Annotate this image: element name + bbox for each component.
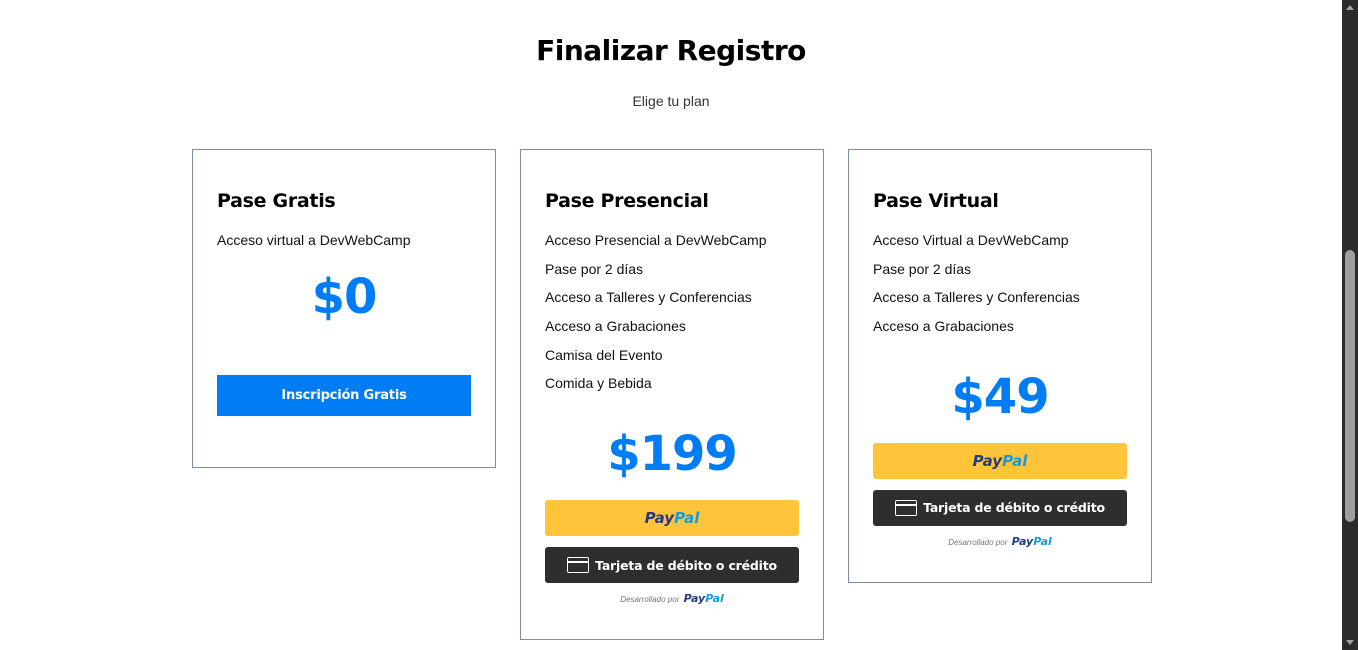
plan-feature: Pase por 2 días [545,260,644,277]
plan-feature: Comida y Bebida [545,375,652,392]
powered-by-label: Desarrollado por [620,595,680,605]
card-payment-button[interactable]: Tarjeta de débito o crédito [545,547,799,584]
credit-card-icon [567,557,590,574]
plan-feature: Camisa del Evento [545,346,663,363]
paypal-logo-small: PayPal [683,592,724,606]
plan-card-virtual: Pase Virtual Acceso Virtual a DevWebCamp… [848,149,1152,583]
scrollbar-thumb[interactable] [1345,250,1355,522]
plan-feature: Acceso a Talleres y Conferencias [545,289,752,306]
paypal-button[interactable]: PayPal [873,442,1127,479]
paypal-logo-pay: Pay [644,509,675,528]
plan-feature: Pase por 2 días [873,260,972,277]
plan-title: Pase Presencial [545,190,709,212]
card-payment-button[interactable]: Tarjeta de débito o crédito [873,489,1127,526]
card-payment-label: Tarjeta de débito o crédito [595,557,777,573]
plan-card-gratis: Pase Gratis Acceso virtual a DevWebCamp … [192,149,496,468]
paypal-logo-pal: Pal [674,509,700,528]
scroll-down-arrow-icon[interactable] [1346,640,1354,645]
plan-price: $0 [311,268,378,325]
scroll-up-arrow-icon[interactable] [1346,5,1354,10]
plan-feature: Acceso Presencial a DevWebCamp [545,232,767,248]
plan-feature: Acceso virtual a DevWebCamp [217,232,411,248]
powered-by-paypal: Desarrollado por PayPal [545,592,799,605]
plan-price: $49 [951,368,1049,425]
plan-feature: Acceso a Grabaciones [873,318,1014,335]
page-title: Finalizar Registro [536,34,806,67]
plan-price: $199 [607,426,738,483]
paypal-logo-pal: Pal [1002,451,1028,470]
powered-by-paypal: Desarrollado por PayPal [873,535,1127,548]
plan-title: Pase Virtual [873,190,999,212]
free-signup-button[interactable]: Inscripción Gratis [217,374,471,416]
card-payment-label: Tarjeta de débito o crédito [923,500,1105,516]
credit-card-icon [895,499,918,516]
powered-by-label: Desarrollado por [948,537,1008,547]
plan-feature: Acceso a Talleres y Conferencias [873,289,1080,306]
paypal-logo-pay: Pay [972,451,1003,470]
plan-feature: Acceso a Grabaciones [545,318,686,335]
registration-page: Finalizar Registro Elige tu plan Pase Gr… [0,0,1342,650]
paypal-logo-small: PayPal [1011,534,1052,548]
paypal-button[interactable]: PayPal [545,500,799,537]
plan-title: Pase Gratis [217,190,336,212]
plan-feature: Acceso Virtual a DevWebCamp [873,232,1069,248]
page-subtitle: Elige tu plan [632,93,710,109]
plan-card-presencial: Pase Presencial Acceso Presencial a DevW… [520,149,824,640]
vertical-scrollbar[interactable] [1342,0,1358,650]
